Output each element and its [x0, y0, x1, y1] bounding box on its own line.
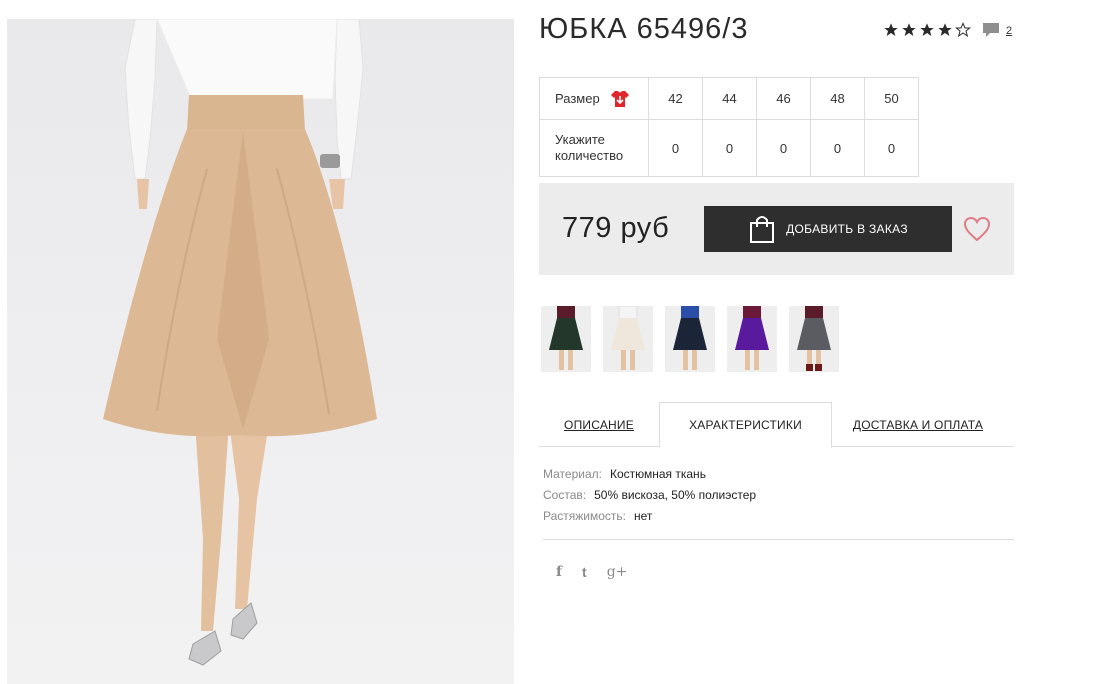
- quantity-input[interactable]: 0: [810, 119, 865, 177]
- spec-value: 50% вискоза, 50% полиэстер: [594, 488, 757, 502]
- size-option[interactable]: 44: [702, 77, 757, 120]
- size-chart-icon[interactable]: [610, 90, 630, 108]
- product-title: ЮБКА 65496/3: [539, 13, 749, 45]
- color-variants: [541, 306, 839, 372]
- spec-value: Костюмная ткань: [609, 467, 706, 481]
- quantity-label-line2: количество: [555, 148, 624, 163]
- size-quantity-table: Размер 42 44 46 48 50 Укажите количество…: [539, 77, 919, 177]
- reviews-count[interactable]: 2: [1006, 25, 1012, 37]
- tab-description[interactable]: ОПИСАНИЕ: [539, 402, 659, 447]
- size-option[interactable]: 42: [648, 77, 703, 120]
- star-filled-icon: [884, 23, 898, 36]
- tab-characteristics[interactable]: ХАРАКТЕРИСТИКИ: [659, 402, 832, 448]
- quantity-input[interactable]: 0: [648, 119, 703, 177]
- spec-value: нет: [634, 509, 653, 523]
- size-label: Размер: [555, 91, 600, 106]
- spec-row: Растяжимость: нет: [543, 506, 756, 527]
- star-filled-icon: [902, 23, 916, 36]
- tab-delivery[interactable]: ДОСТАВКА И ОПЛАТА: [832, 402, 1004, 447]
- spec-row: Материал: Костюмная ткань: [543, 464, 756, 485]
- spec-key: Растяжимость:: [543, 509, 627, 523]
- twitter-icon[interactable]: t: [582, 564, 587, 580]
- size-option[interactable]: 46: [756, 77, 811, 120]
- skirt-model-illustration: [103, 19, 377, 666]
- color-variant-thumbnail[interactable]: [603, 306, 653, 372]
- section-divider: [543, 539, 1014, 540]
- tab-description-label: ОПИСАНИЕ: [564, 417, 634, 432]
- tab-delivery-label: ДОСТАВКА И ОПЛАТА: [852, 417, 984, 432]
- price-panel: 779 руб ДОБАВИТЬ В ЗАКАЗ: [539, 183, 1014, 275]
- reviews-link[interactable]: 2: [982, 22, 1012, 39]
- thumbnail-image: [611, 306, 645, 370]
- comment-icon: [983, 23, 999, 37]
- thumbnail-image: [673, 306, 707, 370]
- add-to-order-button[interactable]: ДОБАВИТЬ В ЗАКАЗ: [704, 206, 952, 252]
- size-option[interactable]: 50: [864, 77, 919, 120]
- spec-key: Материал:: [543, 467, 602, 481]
- specs-list: Материал: Костюмная ткань Состав: 50% ви…: [543, 464, 756, 527]
- product-info-tabs: ОПИСАНИЕ ХАРАКТЕРИСТИКИ ДОСТАВКА И ОПЛАТ…: [539, 402, 1014, 448]
- quantity-input[interactable]: 0: [702, 119, 757, 177]
- thumbnail-image: [797, 306, 831, 371]
- product-rating[interactable]: [883, 20, 971, 40]
- spec-key: Состав:: [543, 488, 587, 502]
- shopping-bag-icon: [750, 216, 775, 243]
- star-filled-icon: [938, 23, 952, 36]
- spec-row: Состав: 50% вискоза, 50% полиэстер: [543, 485, 756, 506]
- google-plus-icon[interactable]: g+: [607, 564, 628, 580]
- quantity-input[interactable]: 0: [864, 119, 919, 177]
- color-variant-thumbnail[interactable]: [541, 306, 591, 372]
- product-price: 779 руб: [562, 212, 670, 244]
- star-empty-icon: [955, 22, 971, 38]
- tab-characteristics-label: ХАРАКТЕРИСТИКИ: [689, 418, 802, 432]
- heart-icon[interactable]: [963, 216, 991, 242]
- star-filled-icon: [920, 23, 934, 36]
- social-share: f t g+: [556, 564, 627, 580]
- quantity-label-line1: Укажите: [555, 132, 605, 147]
- thumbnail-image: [549, 306, 583, 370]
- quantity-label-cell: Укажите количество: [539, 119, 649, 177]
- color-variant-thumbnail[interactable]: [789, 306, 839, 372]
- color-variant-thumbnail[interactable]: [727, 306, 777, 372]
- facebook-icon[interactable]: f: [556, 564, 562, 580]
- size-label-cell: Размер: [539, 77, 649, 120]
- color-variant-thumbnail[interactable]: [665, 306, 715, 372]
- quantity-input[interactable]: 0: [756, 119, 811, 177]
- thumbnail-image: [735, 306, 769, 370]
- product-main-image: [7, 19, 514, 684]
- size-option[interactable]: 48: [810, 77, 865, 120]
- add-to-order-label: ДОБАВИТЬ В ЗАКАЗ: [786, 222, 908, 236]
